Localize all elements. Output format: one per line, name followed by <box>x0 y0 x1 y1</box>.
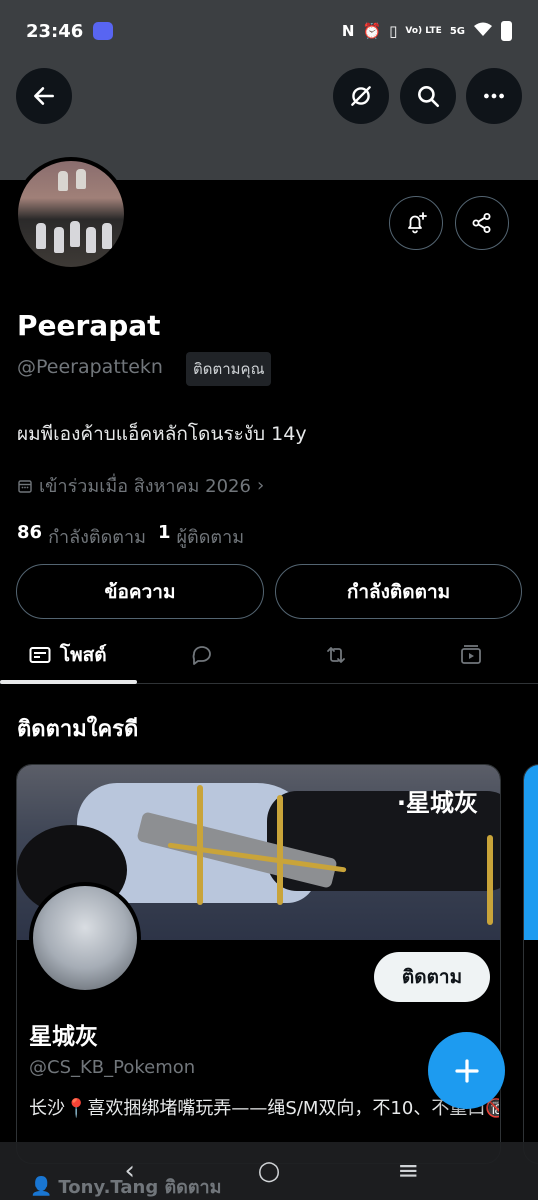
user-icon: 👤 <box>30 1176 53 1197</box>
notifications-button[interactable] <box>389 196 443 250</box>
following-button[interactable]: กำลังติดตาม <box>275 564 522 619</box>
plus-icon <box>454 1058 479 1083</box>
posts-icon <box>29 646 51 663</box>
alarm-icon: ⏰ <box>362 22 382 40</box>
followers-label[interactable]: ผู้ติดตาม <box>176 522 244 551</box>
next-suggested-card[interactable] <box>523 764 538 1164</box>
following-label[interactable]: กำลังติดตาม <box>48 522 146 551</box>
profile-name: Peerapat <box>17 309 161 342</box>
follows-you-badge: ติดตามคุณ <box>186 352 272 386</box>
follow-snackbar: 👤 Tony.Tang ติดตาม <box>30 1172 222 1200</box>
tab-posts-label: โพสต์ <box>59 643 107 666</box>
nav-home-icon[interactable]: ○ <box>249 1156 289 1186</box>
status-time: 23:46 <box>26 20 84 42</box>
chevron-right-icon: › <box>256 475 265 496</box>
joined-date[interactable]: เข้าร่วมเมื่อ สิงหาคม 2026 › <box>17 471 264 500</box>
tab-reposts[interactable] <box>269 626 404 683</box>
bell-plus-icon <box>408 212 427 234</box>
profile-tabs: โพสต์ <box>0 626 538 684</box>
followers-count[interactable]: 1 <box>158 522 171 551</box>
arrow-left-icon <box>34 87 54 105</box>
repost-icon <box>327 646 346 663</box>
nfc-icon: N <box>341 22 355 40</box>
5g-signal-icon: 5G <box>449 25 465 37</box>
card-user-name: 星城灰 <box>29 1024 98 1050</box>
tab-posts[interactable]: โพสต์ <box>0 626 136 684</box>
share-icon <box>472 213 491 233</box>
search-icon <box>418 86 440 108</box>
card-user-bio: 长沙📍喜欢捆绑堵嘴玩弄——绳S/M双向，不10、不重口🔞不喜欢高弹乳胶紧身衣、短… <box>29 1098 499 1119</box>
message-button[interactable]: ข้อความ <box>16 564 264 619</box>
compose-button[interactable] <box>428 1032 505 1109</box>
reply-icon <box>192 645 211 665</box>
nav-recents-icon[interactable]: ≡ <box>388 1156 428 1186</box>
card-user-handle: @CS_KB_Pokemon <box>29 1057 196 1078</box>
more-dots-icon <box>484 93 504 99</box>
banner-watermark: ·星城灰 <box>396 789 478 817</box>
media-icon <box>460 644 481 664</box>
profile-avatar[interactable] <box>14 157 128 271</box>
search-button[interactable] <box>400 68 456 124</box>
tab-media[interactable] <box>404 626 538 683</box>
snackbar-text: Tony.Tang ติดตาม <box>58 1177 222 1198</box>
discord-icon <box>93 22 114 40</box>
grok-button[interactable] <box>333 68 389 124</box>
share-button[interactable] <box>455 196 509 250</box>
profile-handle: @Peerapattekn <box>17 356 163 378</box>
who-to-follow-title: ติดตามใครดี <box>17 717 139 742</box>
follow-button[interactable]: ติดตาม <box>374 952 490 1002</box>
tab-replies[interactable] <box>135 626 270 683</box>
battery-icon <box>501 21 512 41</box>
calendar-icon <box>18 479 32 493</box>
wifi-icon <box>473 21 493 41</box>
more-button[interactable] <box>466 68 522 124</box>
grok-icon <box>351 86 371 106</box>
joined-label: เข้าร่วมเมื่อ สิงหาคม 2026 <box>39 476 251 497</box>
following-count[interactable]: 86 <box>17 522 42 551</box>
volte-icon: Vo) LTE <box>405 26 442 36</box>
status-icons: N ⏰ ▯ Vo) LTE 5G <box>342 21 512 41</box>
vibrate-icon: ▯ <box>389 22 398 40</box>
profile-bio: ผมพีเองค้าบแอ็คหลักโดนระงับ 14y <box>17 423 307 445</box>
status-bar: 23:46 N ⏰ ▯ Vo) LTE 5G <box>0 0 538 62</box>
card-avatar <box>29 882 141 994</box>
suggested-user-card[interactable]: ·星城灰 ติดตาม 星城灰 @CS_KB_Pokemon 长沙📍喜欢捆绑堵嘴… <box>16 764 501 1164</box>
back-button[interactable] <box>16 68 72 124</box>
follow-stats: 86 กำลังติดตาม 1 ผู้ติดตาม <box>17 522 244 551</box>
